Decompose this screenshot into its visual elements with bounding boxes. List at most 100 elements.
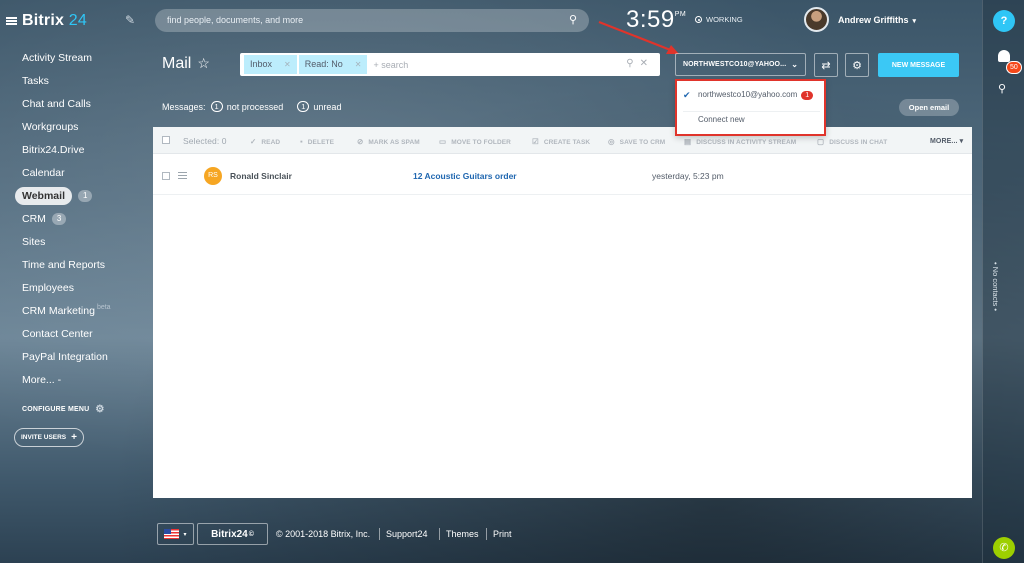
search-icon[interactable]: ⚲ bbox=[998, 82, 1006, 95]
table-row[interactable]: RS Ronald Sinclair 12 Acoustic Guitars o… bbox=[153, 155, 972, 195]
sync-button[interactable]: ⇄ bbox=[814, 53, 838, 77]
select-all-checkbox[interactable] bbox=[162, 136, 170, 144]
grid-toolbar: Selected: 0 ✓ READ ▪ DELETE ⊘ MARK AS SPAM … bbox=[153, 127, 972, 154]
footer-support-link[interactable]: Support24 bbox=[386, 529, 428, 539]
plus-icon: + bbox=[71, 432, 77, 443]
spam-label: MARK AS SPAM bbox=[368, 139, 420, 146]
unread-label[interactable]: unread bbox=[313, 102, 341, 112]
sidebar-item-employees[interactable]: Employees bbox=[22, 276, 111, 299]
sidebar-item-webmail[interactable]: Webmail 1 bbox=[15, 184, 111, 207]
gear-icon: ⚙ bbox=[852, 59, 862, 72]
invite-users-button[interactable]: INVITE USERS + bbox=[14, 428, 84, 447]
no-contacts-label: • No contacts • bbox=[991, 262, 1000, 312]
sidebar-item-sites[interactable]: Sites bbox=[22, 230, 111, 253]
sidebar-item-label: CRM bbox=[22, 212, 46, 225]
sidebar-item-contact-center[interactable]: Contact Center bbox=[22, 322, 111, 345]
new-message-label: NEW MESSAGE bbox=[891, 61, 946, 69]
mailbox-option[interactable]: northwestco10@yahoo.com 1 bbox=[698, 90, 814, 100]
selected-count: Selected: 0 bbox=[183, 136, 227, 146]
close-icon[interactable]: ✕ bbox=[355, 55, 362, 74]
spam-button[interactable]: ⊘ MARK AS SPAM bbox=[357, 137, 420, 146]
configure-menu[interactable]: CONFIGURE MENU ⚙ bbox=[22, 404, 105, 415]
search-icon[interactable]: ⚲ bbox=[569, 9, 577, 32]
notifications-badge: 50 bbox=[1006, 61, 1022, 74]
sidebar-item-tasks[interactable]: Tasks bbox=[22, 69, 111, 92]
row-checkbox[interactable] bbox=[162, 172, 170, 180]
work-status[interactable]: WORKING bbox=[695, 15, 743, 24]
sidebar-item-calendar[interactable]: Calendar bbox=[22, 161, 111, 184]
mailbox-selector[interactable]: NORTHWESTCO10@YAHOO... ⌄ bbox=[675, 53, 806, 76]
sender-name[interactable]: Ronald Sinclair bbox=[230, 171, 292, 181]
language-selector[interactable]: ▾ bbox=[157, 523, 194, 545]
star-icon[interactable]: ☆ bbox=[197, 55, 210, 71]
filter-search-input[interactable]: Inbox ✕ Read: No ✕ + search ⚲✕ bbox=[240, 53, 660, 76]
global-search-input[interactable]: find people, documents, and more ⚲ bbox=[155, 9, 589, 32]
us-flag-icon bbox=[164, 529, 180, 539]
sidebar-item-label: Activity Stream bbox=[22, 51, 93, 64]
message-subject[interactable]: 12 Acoustic Guitars order bbox=[413, 171, 517, 181]
close-icon[interactable]: ✕ bbox=[284, 55, 291, 74]
row-menu-icon[interactable] bbox=[178, 172, 187, 179]
filter-chip-label: Read: No bbox=[304, 59, 343, 69]
hamburger-icon[interactable] bbox=[6, 17, 17, 25]
task-label: CREATE TASK bbox=[543, 139, 591, 146]
work-status-label: WORKING bbox=[706, 15, 743, 24]
crm-label: SAVE TO CRM bbox=[619, 139, 666, 146]
delete-label: DELETE bbox=[307, 139, 335, 146]
footer-themes-link[interactable]: Themes bbox=[446, 529, 479, 539]
bitrix24-link[interactable]: Bitrix24 © bbox=[197, 523, 268, 545]
open-email-button[interactable]: Open email bbox=[899, 99, 959, 116]
folder-icon: ▭ bbox=[439, 137, 447, 146]
sidebar-item-label: More... - bbox=[22, 373, 62, 386]
sidebar-item-label: Sites bbox=[22, 235, 46, 248]
user-avatar[interactable] bbox=[804, 7, 829, 32]
status-icon bbox=[695, 16, 702, 23]
discuss-stream-button[interactable]: ▤ DISCUSS IN ACTIVITY STREAM bbox=[684, 137, 796, 146]
not-processed-count[interactable]: 1 bbox=[210, 101, 223, 112]
connect-new-option[interactable]: Connect new bbox=[698, 115, 745, 124]
filter-chip-inbox[interactable]: Inbox ✕ bbox=[244, 55, 297, 74]
help-button[interactable]: ? bbox=[993, 10, 1015, 32]
divider bbox=[379, 528, 380, 540]
chat-icon: ▢ bbox=[817, 137, 825, 146]
sidebar-item-time-reports[interactable]: Time and Reports bbox=[22, 253, 111, 276]
phone-icon[interactable]: ✆ bbox=[993, 537, 1015, 559]
create-task-button[interactable]: ☑ CREATE TASK bbox=[532, 137, 590, 146]
footer-print-link[interactable]: Print bbox=[493, 529, 512, 539]
search-icon[interactable]: ⚲ bbox=[626, 58, 639, 69]
clock-ampm: PM bbox=[674, 11, 687, 18]
sidebar-item-drive[interactable]: Bitrix24.Drive bbox=[22, 138, 111, 161]
sidebar-item-crm[interactable]: CRM 3 bbox=[22, 207, 111, 230]
logo[interactable]: Bitrix 24 bbox=[6, 11, 87, 31]
clear-icon[interactable]: ✕ bbox=[640, 58, 654, 69]
chat-label: DISCUSS IN CHAT bbox=[829, 139, 888, 146]
settings-button[interactable]: ⚙ bbox=[845, 53, 869, 77]
save-crm-button[interactable]: ◎ SAVE TO CRM bbox=[608, 137, 665, 146]
filter-placeholder: + search bbox=[373, 59, 409, 70]
sidebar-item-workgroups[interactable]: Workgroups bbox=[22, 115, 111, 138]
unread-count[interactable]: 1 bbox=[297, 101, 310, 112]
more-label: MORE... bbox=[930, 138, 958, 145]
sidebar-item-chat[interactable]: Chat and Calls bbox=[22, 92, 111, 115]
delete-button[interactable]: ▪ DELETE bbox=[300, 137, 334, 146]
sidebar-item-paypal[interactable]: PayPal Integration bbox=[22, 345, 111, 368]
not-processed-label[interactable]: not processed bbox=[227, 102, 284, 112]
sidebar-item-crm-marketing[interactable]: CRM Marketing beta bbox=[22, 299, 111, 322]
crm-icon: ◎ bbox=[608, 137, 615, 146]
move-folder-button[interactable]: ▭ MOVE TO FOLDER bbox=[439, 137, 511, 146]
mailbox-label: NORTHWESTCO10@YAHOO... bbox=[682, 61, 787, 68]
user-menu[interactable]: Andrew Griffiths ▾ bbox=[838, 15, 916, 25]
edit-pencil-icon[interactable]: ✎ bbox=[125, 13, 135, 27]
sidebar-item-activity-stream[interactable]: Activity Stream bbox=[22, 46, 111, 69]
read-button[interactable]: ✓ READ bbox=[250, 137, 280, 146]
mailbox-option-label: northwestco10@yahoo.com bbox=[698, 90, 798, 99]
discuss-chat-button[interactable]: ▢ DISCUSS IN CHAT bbox=[817, 137, 887, 146]
move-label: MOVE TO FOLDER bbox=[451, 139, 511, 146]
sidebar-item-more[interactable]: More... - bbox=[22, 368, 111, 391]
more-button[interactable]: MORE... ▾ bbox=[930, 137, 963, 145]
new-message-button[interactable]: NEW MESSAGE bbox=[878, 53, 959, 77]
filter-chip-read[interactable]: Read: No ✕ bbox=[298, 55, 368, 74]
footer-copyright: © 2001-2018 Bitrix, Inc. bbox=[276, 529, 371, 539]
message-counters: Messages: 1 not processed 1 unread bbox=[162, 101, 341, 112]
bell-icon[interactable] bbox=[998, 50, 1010, 62]
